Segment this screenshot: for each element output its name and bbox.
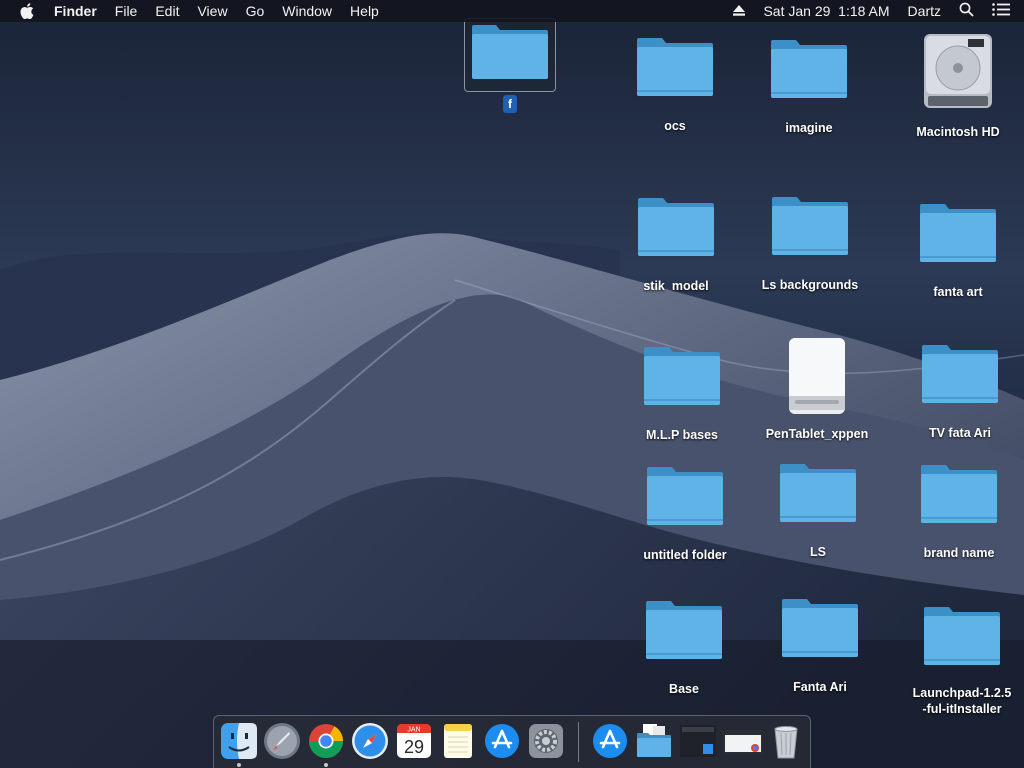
apple-menu-icon[interactable] <box>20 2 36 20</box>
folder-icon <box>646 601 722 659</box>
menu-user[interactable]: Dartz <box>908 3 941 19</box>
running-indicator <box>237 763 241 767</box>
calendar-icon: JAN 29 <box>397 724 431 758</box>
folder-icon <box>644 347 720 405</box>
folder-icon <box>922 345 998 403</box>
dock-notes[interactable] <box>439 722 477 760</box>
folder-icon <box>647 467 723 525</box>
notification-center-icon[interactable] <box>992 3 1010 19</box>
spotlight-search-icon[interactable] <box>959 2 974 20</box>
icon-label: Base <box>669 682 699 696</box>
screenshot-stack-icon <box>680 725 716 757</box>
icon-label: Launchpad-1.2.5 -ful-itInstaller <box>912 686 1012 716</box>
dock-system-preferences[interactable] <box>527 722 565 760</box>
dock-window-thumbnail[interactable] <box>723 722 763 760</box>
menu-view[interactable]: View <box>197 0 227 22</box>
dock-screenshot-stack[interactable] <box>679 722 717 760</box>
dock-app-store[interactable] <box>483 722 521 760</box>
dock-trash[interactable] <box>767 722 805 760</box>
desktop-folder-launchpad-installer[interactable]: Launchpad-1.2.5 -ful-itInstaller <box>902 601 1022 717</box>
downloads-app-store-icon <box>593 724 627 758</box>
hard-drive-icon <box>924 34 992 108</box>
calendar-day: 29 <box>404 737 424 757</box>
icon-label: PenTablet_xppen <box>765 427 869 441</box>
folder-icon <box>920 204 996 262</box>
icon-label: fanta art <box>933 285 983 299</box>
selected-folder-icon[interactable] <box>464 18 556 92</box>
dock-downloads-stack[interactable] <box>591 722 629 760</box>
desktop-folder-tv-fata-ari[interactable]: TV fata Ari <box>900 339 1020 441</box>
menu-window[interactable]: Window <box>282 0 332 22</box>
menu-bar: Finder File Edit View Go Window Help Sat… <box>0 0 1024 22</box>
dock-safari[interactable] <box>351 722 389 760</box>
folder-icon <box>638 198 714 256</box>
running-indicator <box>324 763 328 767</box>
icon-label: ocs <box>664 119 686 133</box>
safari-icon <box>352 723 388 759</box>
dock-finder[interactable] <box>220 722 258 767</box>
icon-label: stik model <box>643 279 709 293</box>
folder-icon <box>780 464 856 522</box>
menu-file[interactable]: File <box>115 0 138 22</box>
desktop-folder-ls[interactable]: LS <box>758 458 878 560</box>
window-thumbnail-icon <box>723 730 763 754</box>
desktop-drive-pentablet[interactable]: PenTablet_xppen <box>757 336 877 442</box>
icon-label: M.L.P bases <box>645 428 719 442</box>
external-drive-icon <box>789 338 845 414</box>
icon-label: brand name <box>923 546 995 560</box>
desktop-folder-untitled[interactable]: untitled folder <box>625 461 745 563</box>
desktop-folder-fanta-ari[interactable]: Fanta Ari <box>760 593 880 695</box>
icon-label: Fanta Ari <box>793 680 847 694</box>
desktop-folder-ls-backgrounds[interactable]: Ls backgrounds <box>750 191 870 293</box>
desktop-folder-fanta-art[interactable]: fanta art <box>898 198 1018 300</box>
desktop-folder-brand-name[interactable]: brand name <box>899 459 1019 561</box>
folder-icon <box>772 197 848 255</box>
finder-icon <box>221 723 257 759</box>
launchpad-icon <box>264 723 300 759</box>
dock-calendar[interactable]: JAN 29 <box>395 722 433 760</box>
icon-label: Macintosh HD <box>916 125 1000 139</box>
eject-icon[interactable] <box>733 3 746 19</box>
notes-icon <box>444 724 472 758</box>
system-preferences-icon <box>529 724 563 758</box>
icon-label: Ls backgrounds <box>761 278 859 292</box>
menu-help[interactable]: Help <box>350 0 379 22</box>
dock: JAN 29 <box>213 715 811 768</box>
desktop-folder-ocs[interactable]: ocs <box>615 32 735 134</box>
menu-app-name[interactable]: Finder <box>54 0 97 22</box>
dock-separator <box>578 722 579 762</box>
app-store-icon <box>485 724 519 758</box>
rename-field[interactable]: f <box>503 95 517 113</box>
dock-launchpad[interactable] <box>263 722 301 760</box>
icon-label: LS <box>810 545 826 559</box>
documents-folder-icon <box>637 724 671 757</box>
icon-label: imagine <box>785 121 833 135</box>
desktop-drive-macintosh-hd[interactable]: Macintosh HD <box>898 32 1018 140</box>
trash-icon <box>774 726 798 759</box>
folder-icon <box>771 40 847 98</box>
folder-icon <box>924 607 1000 665</box>
folder-icon <box>921 465 997 523</box>
menu-go[interactable]: Go <box>246 0 265 22</box>
desktop-folder-base[interactable]: Base <box>624 595 744 697</box>
menu-clock[interactable]: Sat Jan 29 1:18 AM <box>763 3 889 19</box>
desktop-folder-imagine[interactable]: imagine <box>749 34 869 136</box>
icon-label: untitled folder <box>643 548 727 562</box>
dock-chrome[interactable] <box>307 722 345 767</box>
calendar-month: JAN <box>407 727 420 734</box>
desktop-folder-stik-model[interactable]: stik model <box>616 192 736 294</box>
icon-label: TV fata Ari <box>928 426 992 440</box>
chrome-icon <box>309 724 343 758</box>
folder-icon <box>637 38 713 96</box>
desktop-folder-mlp-bases[interactable]: M.L.P bases <box>622 341 742 443</box>
folder-icon <box>782 599 858 657</box>
dock-documents-stack[interactable] <box>635 722 673 760</box>
menu-edit[interactable]: Edit <box>155 0 179 22</box>
